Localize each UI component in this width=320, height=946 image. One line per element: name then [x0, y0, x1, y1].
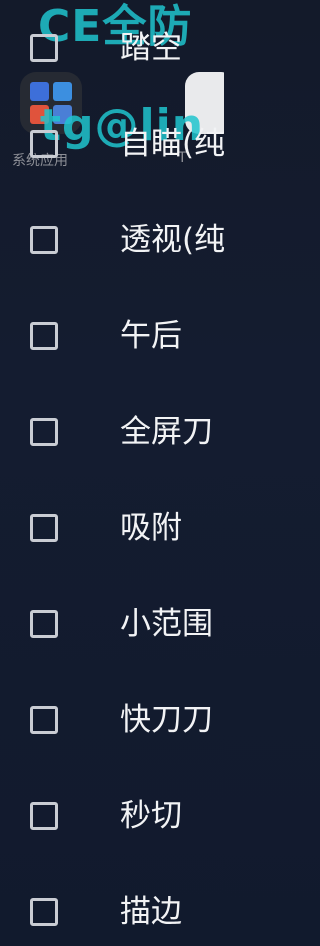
menu-item-label: 自瞄(纯: [120, 126, 224, 162]
app-icon: [53, 82, 72, 101]
menu-item-label: 午后: [120, 318, 182, 354]
checkbox[interactable]: [30, 898, 58, 926]
menu-item-label: 描边: [120, 894, 182, 930]
menu-item-afternoon[interactable]: 午后: [0, 306, 224, 366]
menu-item-label: 透视(纯: [120, 222, 224, 258]
menu-item-label: 快刀刀: [120, 702, 213, 738]
checkbox[interactable]: [30, 322, 58, 350]
menu-item-label: 踏空: [120, 30, 182, 66]
menu-item-quick-switch[interactable]: 秒切: [0, 786, 224, 846]
menu-item-aimbot[interactable]: 自瞄(纯: [0, 114, 224, 174]
app-icon: [30, 82, 49, 101]
menu-item-label: 小范围: [120, 606, 213, 642]
checkbox[interactable]: [30, 514, 58, 542]
checkbox[interactable]: [30, 610, 58, 638]
checkbox[interactable]: [30, 418, 58, 446]
checkbox[interactable]: [30, 226, 58, 254]
menu-item-tako[interactable]: 踏空: [0, 18, 224, 78]
menu-item-magnet[interactable]: 吸附: [0, 498, 224, 558]
checkbox[interactable]: [30, 130, 58, 158]
checkbox[interactable]: [30, 706, 58, 734]
menu-item-label: 全屏刀: [120, 414, 213, 450]
menu-item-fullscreen-knife[interactable]: 全屏刀: [0, 402, 224, 462]
menu-item-outline[interactable]: 描边: [0, 882, 224, 942]
menu-item-label: 吸附: [120, 510, 182, 546]
menu-item-esp[interactable]: 透视(纯: [0, 210, 224, 270]
menu-item-fast-knife[interactable]: 快刀刀: [0, 690, 224, 750]
checkbox[interactable]: [30, 802, 58, 830]
menu-item-small-range[interactable]: 小范围: [0, 594, 224, 654]
checkbox[interactable]: [30, 34, 58, 62]
menu-item-label: 秒切: [120, 798, 182, 834]
overlay-screen: 系统应用 T CE全防 tg@lin 踏空 自瞄(纯 透视(纯 午后 全屏刀 吸…: [0, 0, 224, 946]
